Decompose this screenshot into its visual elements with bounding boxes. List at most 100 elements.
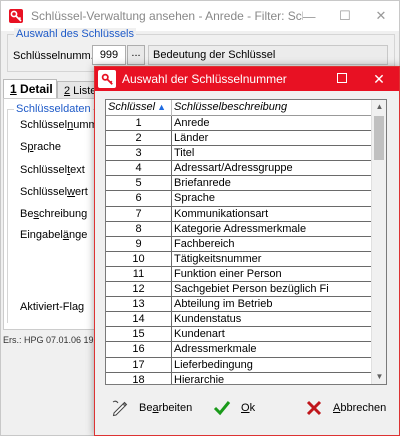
cell-key: 13 <box>106 297 172 312</box>
table-row[interactable]: 13 Abteilung im Betrieb <box>106 297 372 313</box>
table-row[interactable]: 15 Kundenart <box>106 327 372 343</box>
field-label-key-number: Schlüsselnumm. <box>20 119 101 131</box>
cell-description: Funktion einer Person <box>174 267 282 280</box>
cell-key: 9 <box>106 236 172 251</box>
ok-button[interactable]: Ok <box>213 395 255 421</box>
scrollbar-thumb[interactable] <box>374 116 384 160</box>
cell-description: Abteilung im Betrieb <box>174 298 273 311</box>
edit-pencil-icon <box>111 399 129 417</box>
dialog-maximize-button[interactable] <box>337 73 347 83</box>
cell-key: 18 <box>106 372 172 384</box>
minimize-button[interactable]: — <box>291 1 327 31</box>
table-row[interactable]: 9 Fachbereich <box>106 236 372 252</box>
scroll-up-arrow-icon[interactable]: ▲ <box>372 100 386 114</box>
cell-key: 7 <box>106 206 172 221</box>
close-button[interactable]: ✕ <box>363 1 399 31</box>
table-row[interactable]: 14 Kundenstatus <box>106 312 372 328</box>
key-description-field: Bedeutung der Schlüssel <box>148 45 388 65</box>
cancel-button-label: Abbrechen <box>333 402 387 414</box>
cell-key: 15 <box>106 327 172 342</box>
table-row[interactable]: 18 Hierarchie <box>106 372 372 385</box>
table-row[interactable]: 16 Adressmerkmale <box>106 342 372 358</box>
table-row[interactable]: 3 Titel <box>106 146 372 162</box>
cell-key: 10 <box>106 251 172 266</box>
cell-description: Titel <box>174 147 195 160</box>
table-row[interactable]: 5 Briefanrede <box>106 176 372 192</box>
table-row[interactable]: 11 Funktion einer Person <box>106 266 372 283</box>
cell-description: Sachgebiet Person bezüglich Fi <box>174 283 329 296</box>
field-label-key-text: Schlüsseltext <box>20 164 85 176</box>
table-row[interactable]: 12 Sachgebiet Person bezüglich Fi <box>106 282 372 298</box>
cell-description: Kundenart <box>174 328 225 341</box>
status-text: Ers.: HPG 07.01.06 19 <box>3 335 94 345</box>
cell-description: Briefanrede <box>174 177 231 190</box>
vertical-scrollbar[interactable]: ▲ ▼ <box>371 100 386 384</box>
tab-detail-label: Detail <box>16 82 53 96</box>
field-label-active-flag: Aktiviert-Flag <box>20 301 85 313</box>
key-selection-dialog: Auswahl der Schlüsselnummer ✕ Schlüssel ▲… <box>94 66 400 436</box>
cell-description: Kategorie Adressmerkmale <box>174 222 307 235</box>
cell-description: Kommunikationsart <box>174 207 269 220</box>
cell-key: 4 <box>106 161 172 176</box>
table-row[interactable]: 8 Kategorie Adressmerkmale <box>106 221 372 237</box>
tab-detail[interactable]: 1 Detail <box>3 79 57 99</box>
main-title-bar[interactable]: Schlüssel-Verwaltung ansehen - Anrede - … <box>1 1 399 31</box>
dialog-title-bar[interactable]: Auswahl der Schlüsselnummer ✕ <box>95 67 399 91</box>
cell-description: Kundenstatus <box>174 313 242 326</box>
maximize-button[interactable]: ☐ <box>327 1 363 31</box>
cell-key: 5 <box>106 176 172 191</box>
sort-ascending-icon[interactable]: ▲ <box>157 102 166 112</box>
cell-description: Hierarchie <box>174 373 225 385</box>
cell-key: 1 <box>106 116 172 131</box>
table-row[interactable]: 2 Länder <box>106 131 372 147</box>
scroll-down-arrow-icon[interactable]: ▼ <box>372 370 386 384</box>
column-header-key-label: Schlüssel <box>108 101 156 113</box>
column-header-key[interactable]: Schlüssel ▲ <box>106 100 172 116</box>
app-key-icon <box>5 5 27 27</box>
cell-key: 3 <box>106 146 172 161</box>
field-label-language: Sprache <box>20 141 61 153</box>
cell-key: 14 <box>106 312 172 327</box>
cell-description: Tätigkeitsnummer <box>174 252 262 265</box>
tab-detail-accel: 1 <box>10 82 17 96</box>
cell-description: Lieferbedingung <box>174 358 253 371</box>
field-label-key-value: Schlüsselwert <box>20 186 88 198</box>
cell-description: Adressart/Adressgruppe <box>174 162 293 175</box>
ok-button-label: Ok <box>241 402 256 414</box>
key-number-label: Schlüsselnumm. <box>13 50 94 62</box>
table-row[interactable]: 1 Anrede <box>106 116 372 132</box>
table-row[interactable]: 4 Adressart/Adressgruppe <box>106 161 372 177</box>
key-lookup-button[interactable]: ... <box>127 45 145 65</box>
cell-key: 11 <box>106 266 172 282</box>
cell-description: Länder <box>174 132 209 145</box>
key-data-group-title: Schlüsseldaten <box>14 103 93 115</box>
field-label-input-length: Eingabelänge <box>20 229 88 241</box>
table-row[interactable]: 7 Kommunikationsart <box>106 206 372 222</box>
dialog-title: Auswahl der Schlüsselnummer <box>122 72 287 86</box>
table-row[interactable]: 17 Lieferbedingung <box>106 357 372 373</box>
cancel-button[interactable]: Abbrechen <box>305 395 386 421</box>
checkmark-icon <box>213 399 231 417</box>
cell-description: Sprache <box>174 192 215 205</box>
cell-key: 12 <box>106 282 172 297</box>
cancel-x-icon <box>305 399 323 417</box>
key-selection-group-title: Auswahl des Schlüssels <box>14 28 137 40</box>
edit-button[interactable]: Bearbeiten <box>111 395 192 421</box>
edit-button-label: Bearbeiten <box>139 402 193 414</box>
key-number-input[interactable]: 999 <box>92 45 126 65</box>
tab-list-label: Liste <box>70 85 97 97</box>
column-header-description[interactable]: Schlüsselbeschreibung <box>172 100 372 116</box>
cell-description: Fachbereich <box>174 237 235 250</box>
table-row[interactable]: 10 Tätigkeitsnummer <box>106 251 372 267</box>
dialog-key-icon <box>98 70 116 88</box>
grid-rows: 1 Anrede 2 Länder 3 Titel 4 Adressart/Adress… <box>106 116 372 385</box>
cell-description: Adressmerkmale <box>174 343 257 356</box>
dialog-close-button[interactable]: ✕ <box>367 70 391 88</box>
cell-key: 8 <box>106 221 172 236</box>
key-list-grid: Schlüssel ▲ Schlüsselbeschreibung 1 Anrede… <box>105 99 387 385</box>
main-window-title: Schlüssel-Verwaltung ansehen - Anrede - … <box>31 9 303 23</box>
cell-key: 17 <box>106 357 172 372</box>
table-row[interactable]: 6 Sprache <box>106 191 372 207</box>
field-label-description: Beschreibung <box>20 208 88 220</box>
cell-description: Anrede <box>174 117 210 129</box>
